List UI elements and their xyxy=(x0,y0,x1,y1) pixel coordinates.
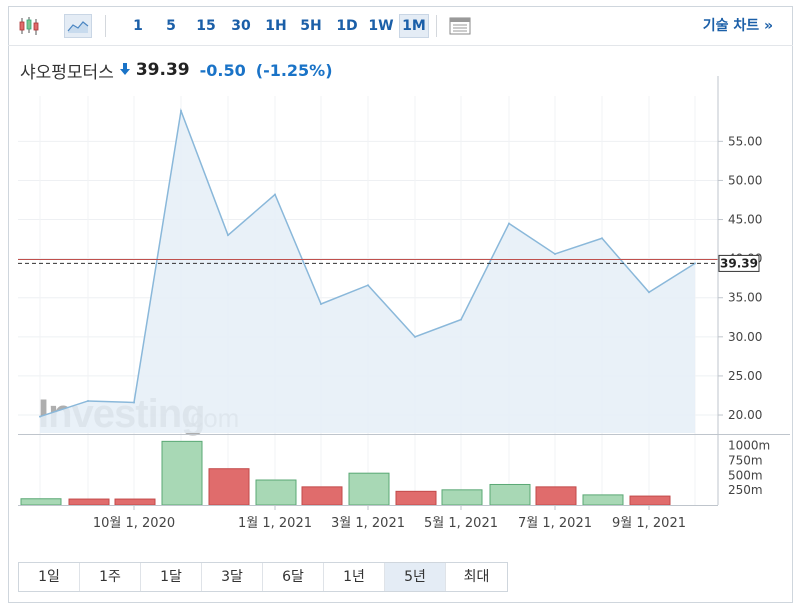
price-point xyxy=(133,401,135,404)
price-point xyxy=(39,415,41,418)
volume-bar xyxy=(68,498,110,506)
price-point xyxy=(508,222,510,225)
y-tick-label: 55.00 xyxy=(728,134,762,148)
x-tick-label: 10월 1, 2020 xyxy=(93,516,175,531)
y-tick-label: 35.00 xyxy=(728,291,762,305)
price-point xyxy=(460,318,462,321)
range-button-0[interactable]: 1일 xyxy=(19,563,80,591)
volume-bar xyxy=(441,489,483,506)
range-button-5[interactable]: 1년 xyxy=(324,563,385,591)
volume-bar xyxy=(208,468,250,506)
x-tick-label: 3월 1, 2021 xyxy=(331,516,405,531)
price-point xyxy=(367,284,369,287)
range-button-7[interactable]: 최대 xyxy=(446,563,507,591)
price-point xyxy=(180,109,182,112)
price-point xyxy=(414,335,416,338)
price-point xyxy=(601,237,603,240)
volume-tick-label: 750m xyxy=(728,453,763,467)
x-tick-label: 9월 1, 2021 xyxy=(612,516,686,531)
y-tick-label: 20.00 xyxy=(728,408,762,422)
y-tick-label: 50.00 xyxy=(728,173,762,187)
range-button-4[interactable]: 6달 xyxy=(263,563,324,591)
range-button-6[interactable]: 5년 xyxy=(385,563,446,591)
range-selector: 1일 1주 1달 3달 6달 1년 5년 최대 xyxy=(18,562,508,592)
x-tick-label: 5월 1, 2021 xyxy=(424,516,498,531)
x-tick-label: 7월 1, 2021 xyxy=(518,516,592,531)
price-chart[interactable]: Investing.com 55.0050.0045.0040.0035.003… xyxy=(0,0,800,607)
volume-bar xyxy=(395,490,437,506)
volume-bar xyxy=(255,479,297,506)
range-button-2[interactable]: 1달 xyxy=(141,563,202,591)
volume-tick-label: 500m xyxy=(728,468,763,482)
price-point xyxy=(87,399,89,402)
price-point xyxy=(554,252,556,255)
volume-bar xyxy=(489,483,531,506)
volume-bar xyxy=(629,495,671,506)
y-tick-label: 25.00 xyxy=(728,369,762,383)
price-point xyxy=(694,262,696,265)
volume-bar xyxy=(301,486,343,506)
volume-bar xyxy=(582,494,624,506)
last-price-tag-label: 39.39 xyxy=(720,256,758,270)
price-point xyxy=(320,302,322,305)
volume-bar xyxy=(114,498,156,506)
x-tick-label: 1월 1, 2021 xyxy=(238,516,312,531)
range-button-3[interactable]: 3달 xyxy=(202,563,263,591)
volume-bar xyxy=(535,486,577,506)
y-tick-label: 45.00 xyxy=(728,213,762,227)
price-point xyxy=(227,234,229,237)
volume-bar xyxy=(161,440,203,506)
price-point xyxy=(274,193,276,196)
y-tick-label: 30.00 xyxy=(728,330,762,344)
price-point xyxy=(648,291,650,294)
volume-bar xyxy=(20,498,62,506)
volume-tick-label: 250m xyxy=(728,483,763,497)
range-button-1[interactable]: 1주 xyxy=(80,563,141,591)
volume-tick-label: 1000m xyxy=(728,439,770,453)
volume-bar xyxy=(348,472,390,506)
